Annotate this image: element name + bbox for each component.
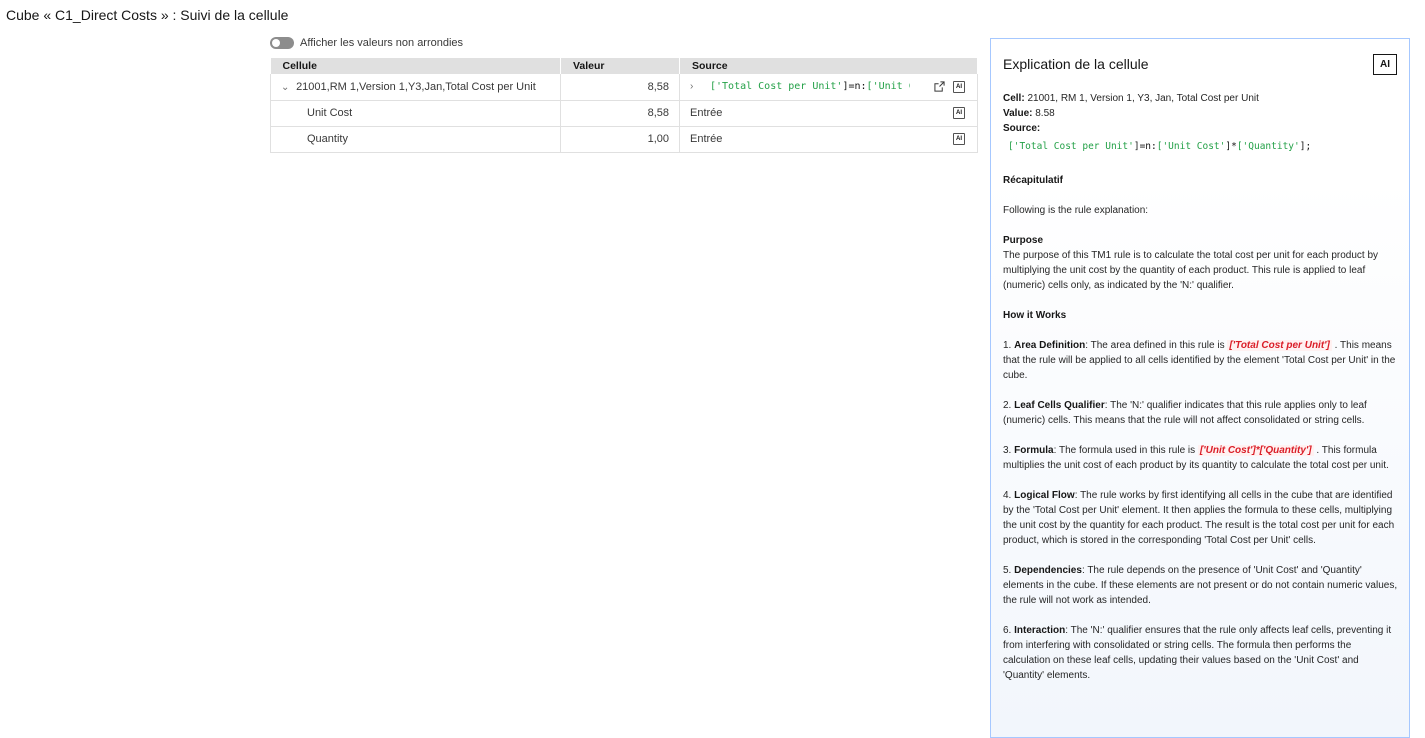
ai-button[interactable]: AI xyxy=(1373,54,1397,75)
chevron-right-icon[interactable]: › xyxy=(690,81,702,92)
header-value: Valeur xyxy=(560,58,680,74)
source-text: Entrée xyxy=(690,107,723,119)
row-source: › ['Total Cost per Unit']=n:['Unit Cost'… xyxy=(679,74,978,101)
explanation-item: 4. Logical Flow: The rule works by first… xyxy=(1003,490,1395,546)
table-row[interactable]: ⌄ 21001,RM 1,Version 1,Y3,Jan,Total Cost… xyxy=(270,74,978,101)
launch-icon[interactable] xyxy=(934,81,945,92)
panel-title: Explication de la cellule xyxy=(1003,56,1149,72)
ai-explain-icon[interactable]: AI xyxy=(953,133,965,145)
how-heading: How it Works xyxy=(1003,310,1067,321)
explanation-item: 5. Dependencies: The rule depends on the… xyxy=(1003,565,1398,606)
explanation-item: 3. Formula: The formula used in this rul… xyxy=(1003,445,1389,471)
explanation-item: 2. Leaf Cells Qualifier: The 'N:' qualif… xyxy=(1003,400,1367,426)
row-cell[interactable]: ⌄ 21001,RM 1,Version 1,Y3,Jan,Total Cost… xyxy=(270,74,561,101)
row-cell-label: 21001,RM 1,Version 1,Y3,Jan,Total Cost p… xyxy=(296,80,536,93)
row-value: 8,58 xyxy=(560,100,680,127)
explanation-body: Cell: 21001, RM 1, Version 1, Y3, Jan, T… xyxy=(1003,91,1399,698)
intro-text: Following is the rule explanation: xyxy=(1003,205,1149,216)
purpose-section: Purpose The purpose of this TM1 rule is t… xyxy=(1003,235,1379,291)
source-code: ['Total Cost per Unit']=n:['Unit Cost' xyxy=(710,81,910,93)
unrounded-values-toggle[interactable] xyxy=(270,37,294,49)
row-cell[interactable]: Quantity xyxy=(270,126,561,153)
ai-explain-icon[interactable]: AI xyxy=(953,80,965,93)
toggle-label: Afficher les valeurs non arrondies xyxy=(300,37,464,49)
cell-meta: Cell: 21001, RM 1, Version 1, Y3, Jan, T… xyxy=(1003,91,1399,154)
explanation-item: 1. Area Definition: The area defined in … xyxy=(1003,340,1396,381)
ai-explain-icon[interactable]: AI xyxy=(953,107,965,119)
summary-heading: Récapitulatif xyxy=(1003,175,1064,186)
unrounded-toggle-row: Afficher les valeurs non arrondies xyxy=(270,37,463,49)
table-row[interactable]: Quantity 1,00 Entrée AI xyxy=(270,126,978,153)
source-rule-code: ['Total Cost per Unit']=n:['Unit Cost']*… xyxy=(1008,141,1312,152)
row-cell[interactable]: Unit Cost xyxy=(270,100,561,127)
row-source: Entrée AI xyxy=(679,126,978,153)
table-header-row: Cellule Valeur Source xyxy=(270,58,978,74)
cell-explanation-panel: Explication de la cellule AI Cell: 21001… xyxy=(990,38,1410,738)
row-value: 1,00 xyxy=(560,126,680,153)
source-text: Entrée xyxy=(690,133,723,145)
header-cell: Cellule xyxy=(270,58,561,74)
cell-trace-table: Cellule Valeur Source ⌄ 21001,RM 1,Versi… xyxy=(270,58,978,153)
header-source: Source xyxy=(679,58,978,74)
chevron-down-icon[interactable]: ⌄ xyxy=(281,82,293,93)
row-source: Entrée AI xyxy=(679,100,978,127)
table-row[interactable]: Unit Cost 8,58 Entrée AI xyxy=(270,100,978,127)
page-title: Cube « C1_Direct Costs » : Suivi de la c… xyxy=(6,7,289,23)
explanation-item: 6. Interaction: The 'N:' qualifier ensur… xyxy=(1003,625,1392,681)
row-value: 8,58 xyxy=(560,74,680,101)
